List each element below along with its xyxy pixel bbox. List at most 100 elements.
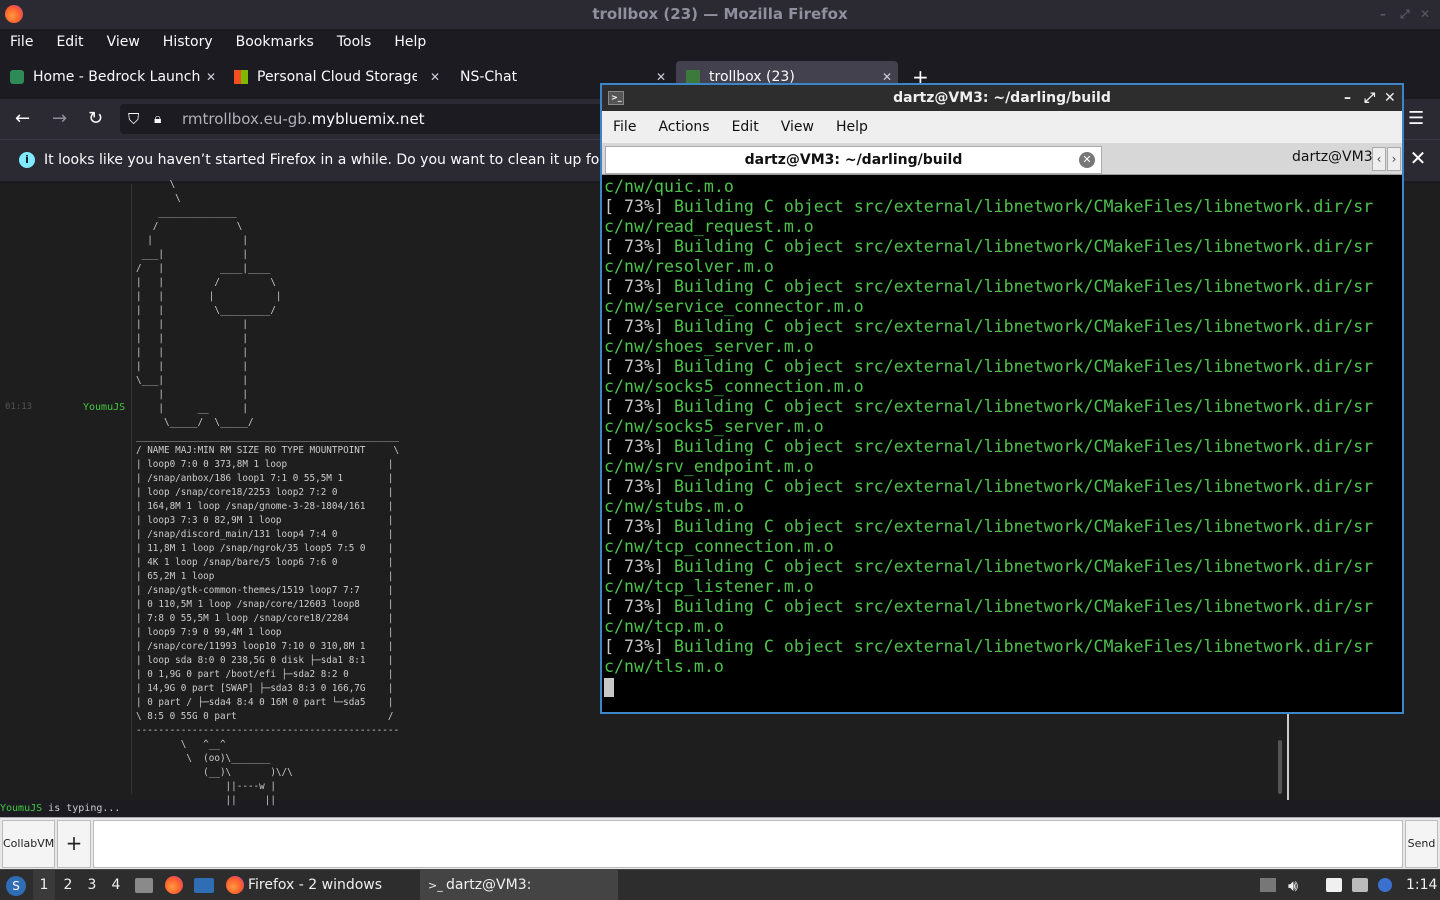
chevron-right-icon[interactable]: › <box>1387 147 1401 171</box>
ascii-art-line: | | | | <box>136 291 282 302</box>
network-icon[interactable] <box>1352 878 1368 892</box>
back-icon[interactable]: ← <box>15 109 30 129</box>
object-path: c/nw/resolver.m.o <box>604 257 774 276</box>
terminal-tab-other[interactable]: dartz@VM3 <box>1292 149 1372 165</box>
term-menu-help[interactable]: Help <box>836 119 868 135</box>
terminal-line: c/nw/shoes_server.m.o <box>604 337 1400 357</box>
menu-bookmarks[interactable]: Bookmarks <box>236 34 314 50</box>
lock-icon[interactable]: 🔒︎ <box>154 104 161 134</box>
chat-scrollbar[interactable] <box>1278 740 1282 794</box>
build-progress: [ 73%] <box>604 597 674 616</box>
workspace-3[interactable]: 3 <box>81 870 103 900</box>
menu-file[interactable]: File <box>10 34 33 50</box>
menu-tools[interactable]: Tools <box>337 34 372 50</box>
terminal-line: [ 73%] Building C object src/external/li… <box>604 317 1400 337</box>
notification-text: It looks like you haven’t started Firefo… <box>44 152 628 168</box>
tab-label: Personal Cloud Storage - <box>257 69 417 85</box>
term-menu-edit[interactable]: Edit <box>732 119 759 135</box>
menu-history[interactable]: History <box>163 34 213 50</box>
menu-help[interactable]: Help <box>394 34 426 50</box>
tab-label: NS-Chat <box>460 69 518 85</box>
minimize-icon[interactable]: – <box>1380 0 1386 29</box>
tab-close-icon[interactable]: ✕ <box>206 70 216 84</box>
chevron-left-icon[interactable]: ‹ <box>1372 147 1386 171</box>
clipboard-icon[interactable] <box>1326 878 1342 892</box>
start-menu-icon[interactable]: S <box>6 876 26 896</box>
file-manager-icon[interactable] <box>135 878 153 893</box>
build-progress: [ 73%] <box>604 197 674 216</box>
plus-button[interactable]: + <box>57 820 91 868</box>
terminal-line: c/nw/stubs.m.o <box>604 497 1400 517</box>
ascii-art-line: | 0 1,9G 0 part /boot/efi ├─sda2 8:2 0 | <box>136 669 394 680</box>
ascii-art-line: \ ^__^ <box>136 739 226 750</box>
menu-edit[interactable]: Edit <box>56 34 83 50</box>
ascii-art-line: (__)\ )\/\ <box>136 767 293 778</box>
reload-icon[interactable]: ↻ <box>88 109 103 129</box>
forward-icon[interactable]: → <box>52 109 67 129</box>
windows-icon <box>234 70 248 84</box>
terminal-line: [ 73%] Building C object src/external/li… <box>604 237 1400 257</box>
ascii-art-line: \___| | <box>136 375 248 386</box>
tray-eject-icon[interactable] <box>1260 878 1276 892</box>
object-path: c/nw/socks5_server.m.o <box>604 417 824 436</box>
ascii-art-line: | loop /snap/core18/2253 loop2 7:2 0 | <box>136 487 394 498</box>
workspace-2[interactable]: 2 <box>57 870 79 900</box>
firefox-launcher-icon[interactable] <box>165 876 183 894</box>
terminal-tab-active[interactable]: dartz@VM3: ~/darling/build ✕ <box>605 146 1102 174</box>
message-username[interactable]: YoumuJS <box>83 402 125 413</box>
tab-cloud-storage[interactable]: Personal Cloud Storage - ✕ <box>224 61 446 93</box>
object-path: c/nw/service_connector.m.o <box>604 297 864 316</box>
task-firefox[interactable]: Firefox - 2 windows <box>222 870 390 900</box>
terminal-titlebar[interactable]: >_ dartz@VM3: ~/darling/build – ⤢ ✕ <box>602 85 1402 111</box>
window-title: trollbox (23) — Mozilla Firefox <box>592 5 848 23</box>
chat-border <box>1287 714 1289 800</box>
volume-icon[interactable]: 🔊︎ <box>1288 870 1298 900</box>
notification-close-icon[interactable]: ✕ <box>1406 146 1430 170</box>
ascii-art-line: / \ <box>136 221 243 232</box>
tab-close-icon[interactable]: ✕ <box>882 70 892 84</box>
maximize-icon[interactable]: ⤢ <box>1364 85 1375 111</box>
collabvm-button[interactable]: CollabVM <box>2 820 55 868</box>
ascii-art-line: | 164,8M 1 loop /snap/gnome-3-28-1804/16… <box>136 501 394 512</box>
menu-view[interactable]: View <box>107 34 140 50</box>
build-message: Building C object src/external/libnetwor… <box>673 317 1374 336</box>
terminal-window[interactable]: >_ dartz@VM3: ~/darling/build – ⤢ ✕ File… <box>600 83 1404 714</box>
hamburger-menu-icon[interactable]: ☰ <box>1408 109 1424 129</box>
build-message: Building C object src/external/libnetwor… <box>673 277 1374 296</box>
term-menu-actions[interactable]: Actions <box>658 119 709 135</box>
terminal-cursor-line <box>604 677 1400 697</box>
send-button[interactable]: Send <box>1405 820 1438 868</box>
workspace-4[interactable]: 4 <box>105 870 127 900</box>
tab-bedrock[interactable]: Home - Bedrock Launche ✕ <box>0 61 222 93</box>
ascii-art-line: \ <box>136 193 181 204</box>
task-terminal-label: dartz@VM3: ~/darling... <box>446 877 532 893</box>
terminal-menubar: File Actions Edit View Help <box>602 111 1402 143</box>
terminal-line: [ 73%] Building C object src/external/li… <box>604 357 1400 377</box>
terminal-line: c/nw/tcp.m.o <box>604 617 1400 637</box>
shield-icon[interactable]: ⛉ <box>128 104 139 134</box>
ascii-art-line: | | | <box>136 333 248 344</box>
terminal-output[interactable]: c/nw/quic.m.o[ 73%] Building C object sr… <box>604 177 1400 712</box>
build-message: Building C object src/external/libnetwor… <box>673 557 1374 576</box>
object-path: c/nw/read_request.m.o <box>604 217 814 236</box>
term-menu-view[interactable]: View <box>781 119 814 135</box>
ascii-art-line: | /snap/core/11993 loop10 7:10 0 310,8M … <box>136 641 394 652</box>
update-notifier-icon[interactable] <box>1378 878 1392 892</box>
terminal-line: c/nw/service_connector.m.o <box>604 297 1400 317</box>
terminal-title: dartz@VM3: ~/darling/build <box>893 90 1111 106</box>
ascii-art-line: ||----w | <box>136 781 276 792</box>
close-icon[interactable]: ✕ <box>1384 85 1396 111</box>
tab-close-icon[interactable]: ✕ <box>656 70 666 84</box>
workspace-1[interactable]: 1 <box>33 870 55 900</box>
maximize-icon[interactable]: ⤢ <box>1400 0 1410 29</box>
build-progress: [ 73%] <box>604 437 674 456</box>
minimize-icon[interactable]: – <box>1344 85 1351 111</box>
tab-close-icon[interactable]: ✕ <box>430 70 440 84</box>
desktop-icon[interactable] <box>194 878 214 893</box>
build-progress: [ 73%] <box>604 397 674 416</box>
task-terminal[interactable]: >_ dartz@VM3: ~/darling... <box>420 870 618 900</box>
tab-close-icon[interactable]: ✕ <box>1079 152 1095 168</box>
term-menu-file[interactable]: File <box>613 119 636 135</box>
close-icon[interactable]: ✕ <box>1420 0 1430 29</box>
chat-input[interactable] <box>93 820 1403 868</box>
